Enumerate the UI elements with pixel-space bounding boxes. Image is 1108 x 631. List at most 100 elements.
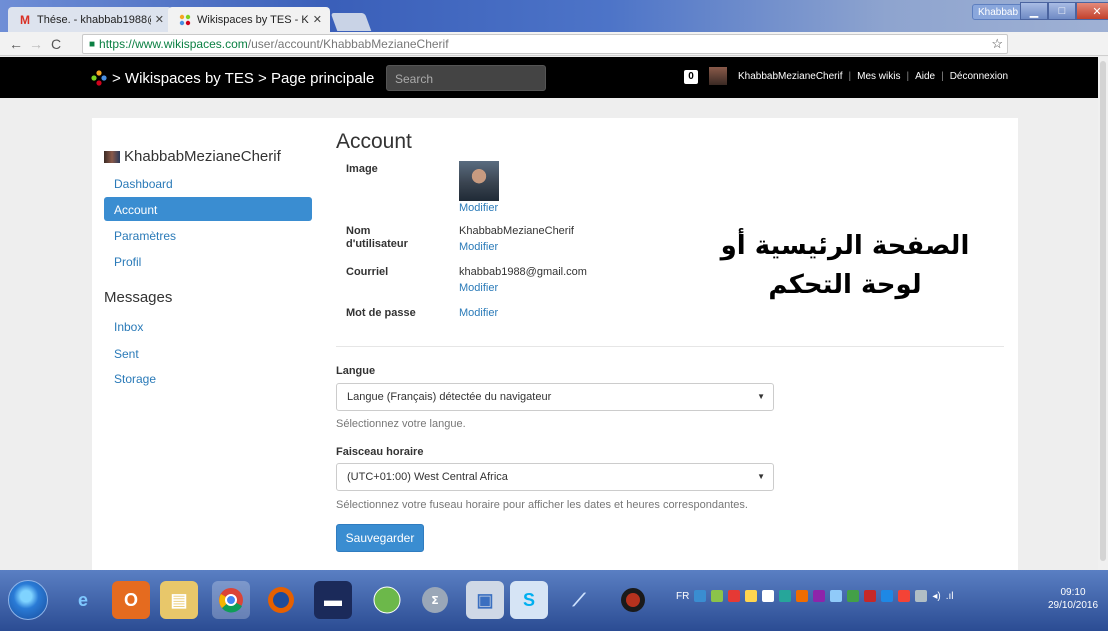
scrollbar-thumb[interactable] [1100, 61, 1106, 561]
language-indicator[interactable]: FR [676, 591, 689, 602]
tray-app-icon[interactable] [728, 590, 741, 602]
address-bar[interactable]: ■ https://www.wikispaces.com/user/accoun… [82, 34, 1008, 54]
annotation-line-1: الصفحة الرئيسية أو [720, 231, 970, 261]
chrome-icon[interactable] [212, 581, 250, 619]
help-link[interactable]: Aide [915, 71, 935, 82]
page-content: KhabbabMezianeCherif Dashboard Account P… [0, 98, 1108, 570]
internet-explorer-icon[interactable]: e [64, 581, 102, 619]
chevron-down-icon: ▼ [757, 472, 765, 481]
username-label-line1: Nom [346, 225, 371, 237]
lock-icon: ■ [89, 38, 96, 50]
annotation-line-2: لوحة التحكم [768, 270, 922, 300]
tray-app-icon[interactable] [881, 590, 894, 602]
close-tab-icon[interactable]: ✕ [155, 13, 164, 26]
image-label: Image [346, 163, 378, 175]
sidebar-item-dashboard[interactable]: Dashboard [104, 171, 312, 195]
email-label: Courriel [346, 266, 389, 278]
reload-icon[interactable]: C [46, 34, 66, 54]
wireless-app-icon[interactable]: ⟋ [560, 581, 598, 619]
sidebar-item-account[interactable]: Account [104, 197, 312, 221]
skype-icon[interactable]: S [510, 581, 548, 619]
firefox-icon[interactable] [262, 581, 300, 619]
flag-icon[interactable] [898, 590, 911, 602]
globe-app-icon[interactable] [368, 581, 406, 619]
window-controls: ▁ □ ✕ [1020, 2, 1108, 20]
calculator-app-icon[interactable]: Σ [416, 581, 454, 619]
tray-app-icon[interactable] [711, 590, 724, 602]
start-button[interactable] [8, 580, 48, 620]
separator: | [906, 71, 910, 82]
user-links: KhabbabMezianeCherif | Mes wikis | Aide … [738, 71, 1008, 82]
bookmark-star-icon[interactable]: ☆ [991, 36, 1003, 52]
language-selected-value: Langue (Français) détectée du navigateur [347, 391, 552, 403]
timezone-select[interactable]: (UTC+01:00) West Central Africa ▼ [336, 463, 774, 491]
timezone-label: Faisceau horaire [336, 446, 424, 458]
tray-app-icon[interactable] [830, 590, 843, 602]
tray-app-icon[interactable] [779, 590, 792, 602]
forward-icon[interactable]: → [26, 34, 46, 54]
system-tray: FR ◂) .ıl [676, 590, 953, 602]
scrollbar[interactable] [1098, 57, 1108, 570]
game-app-icon[interactable] [614, 581, 652, 619]
notification-badge[interactable]: 0 [684, 70, 698, 84]
modify-image-link[interactable]: Modifier [459, 202, 498, 214]
divider [336, 346, 1004, 347]
breadcrumb-text[interactable]: > Wikispaces by TES > Page principale [112, 70, 374, 87]
close-tab-icon[interactable]: ✕ [313, 13, 322, 26]
search-input[interactable]: Search [386, 65, 546, 91]
sidebar-item-sent[interactable]: Sent [104, 341, 312, 365]
separator: | [848, 71, 852, 82]
my-wikis-link[interactable]: Mes wikis [857, 71, 900, 82]
network-icon[interactable] [915, 590, 928, 602]
browser-toolbar: ← → C ■ https://www.wikispaces.com/user/… [0, 32, 1108, 83]
username-label-line2: d'utilisateur [346, 238, 408, 250]
tray-app-icon[interactable] [762, 590, 775, 602]
modify-username-link[interactable]: Modifier [459, 241, 498, 253]
sidebar-item-inbox[interactable]: Inbox [104, 314, 312, 338]
windows-taskbar: e O ▤ ▬ Σ ▣ S ⟋ FR ◂) .ıl 09:10 29/10/20… [0, 570, 1108, 631]
password-label: Mot de passe [346, 307, 416, 319]
maximize-icon[interactable]: □ [1048, 2, 1076, 20]
document-app-icon[interactable]: ▣ [466, 581, 504, 619]
tab-wikispaces[interactable]: Wikispaces by TES - Khal ✕ [168, 7, 330, 32]
modify-password-link[interactable]: Modifier [459, 307, 498, 319]
language-select[interactable]: Langue (Français) détectée du navigateur… [336, 383, 774, 411]
svg-text:Σ: Σ [431, 594, 439, 607]
tray-app-icon[interactable] [813, 590, 826, 602]
save-button[interactable]: Sauvegarder [336, 524, 424, 552]
clock[interactable]: 09:10 29/10/2016 [1042, 586, 1104, 612]
username-label: Nom d'utilisateur [346, 225, 408, 251]
window-profile-button[interactable]: Khabbab [972, 4, 1025, 20]
language-label: Langue [336, 365, 376, 377]
username-link[interactable]: KhabbabMezianeCherif [738, 71, 843, 82]
tray-app-icon[interactable] [745, 590, 758, 602]
window-close-icon[interactable]: ✕ [1076, 2, 1108, 20]
volume-icon[interactable]: ◂) [932, 591, 940, 602]
tab-gmail[interactable]: M Thése. - khabbab1988@ ✕ [8, 7, 172, 32]
sidebar-item-profil[interactable]: Profil [104, 249, 312, 273]
tray-app-icon[interactable] [796, 590, 809, 602]
tray-app-icon[interactable] [847, 590, 860, 602]
username-value: KhabbabMezianeCherif [459, 225, 574, 237]
back-icon[interactable]: ← [6, 34, 26, 54]
office-icon[interactable]: O [112, 581, 150, 619]
sidebar-item-parametres[interactable]: Paramètres [104, 223, 312, 247]
site-navbar: > Wikispaces by TES > Page principale Se… [0, 57, 1108, 98]
tab-title: Wikispaces by TES - Khal [197, 13, 309, 26]
modify-email-link[interactable]: Modifier [459, 282, 498, 294]
sidebar-item-storage[interactable]: Storage [104, 366, 312, 390]
browser-tab-strip: M Thése. - khabbab1988@ ✕ Wikispaces by … [0, 0, 1108, 32]
signal-icon[interactable]: .ıl [946, 591, 954, 602]
tray-app-icon[interactable] [864, 590, 877, 602]
new-tab-button[interactable] [330, 13, 372, 31]
minimize-icon[interactable]: ▁ [1020, 2, 1048, 20]
help-icon[interactable] [694, 590, 707, 602]
logout-link[interactable]: Déconnexion [950, 71, 1008, 82]
profile-photo [459, 161, 499, 201]
avatar[interactable] [709, 67, 727, 85]
page-title: Account [336, 130, 412, 153]
timezone-selected-value: (UTC+01:00) West Central Africa [347, 471, 508, 483]
file-explorer-icon[interactable]: ▤ [160, 581, 198, 619]
media-app-icon[interactable]: ▬ [314, 581, 352, 619]
url-host: https://www.wikispaces.com [99, 37, 248, 51]
